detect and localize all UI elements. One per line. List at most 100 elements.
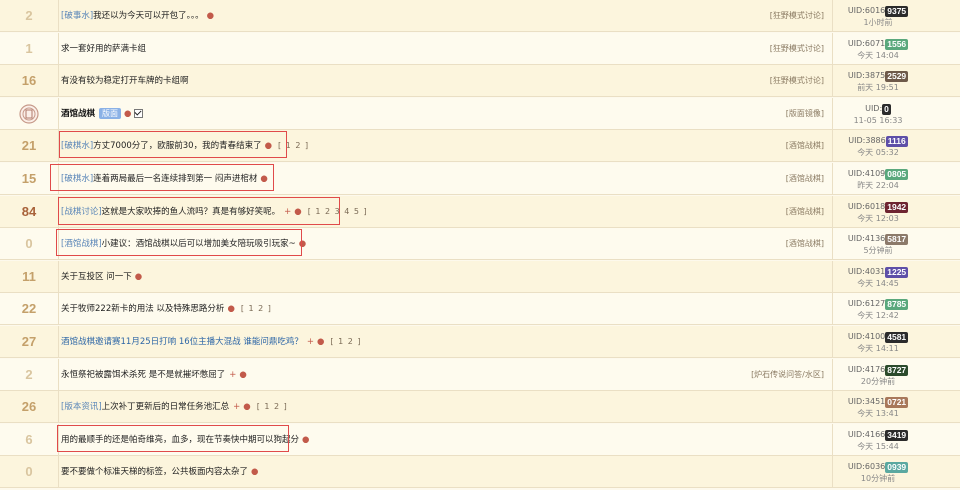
author-uid[interactable]: UID:4176 8727: [833, 364, 923, 376]
table-row: 1 求一套好用的萨满卡组 [狂野模式讨论] UID:6071 1556 今天 14:04: [0, 33, 960, 65]
column-divider: [58, 456, 59, 487]
author-cell: UID:3886 1116 今天 05:32: [833, 130, 923, 162]
uid-badge: 1116: [885, 135, 908, 147]
uid-badge: 1225: [885, 266, 909, 278]
thread-title-link[interactable]: 关于互投区 问一下: [61, 272, 132, 282]
page-links[interactable]: [ 1 2 ]: [330, 337, 361, 346]
author-uid[interactable]: UID:4031 1225: [833, 266, 923, 278]
thread-title-cell: 永恒祭祀被露饵术杀死 是不是就摧坏憋屈了 + ●: [61, 359, 247, 391]
post-time: 今天 05:32: [857, 148, 899, 157]
reply-count: 26: [21, 399, 37, 414]
table-row: 26 [版本资讯]上次补丁更新后的日常任务池汇总 + ● [ 1 2 ] UID:3451…: [0, 391, 960, 423]
uid-label: UID:4109: [847, 169, 886, 178]
uid-label: UID:6127: [847, 299, 886, 308]
thread-title-cell: 酒馆战棋 版面 ●: [61, 98, 144, 130]
post-time: 今天 14:04: [857, 51, 899, 60]
column-divider: [58, 261, 59, 292]
uid-label: UID:3875: [847, 71, 886, 80]
column-divider: [58, 326, 59, 357]
author-cell: UID:6036 0939 10分钟前: [833, 456, 923, 488]
thread-title-link[interactable]: 有没有较为稳定打开车牌的卡组啊: [61, 76, 189, 86]
reply-count: 21: [21, 138, 37, 153]
section-label[interactable]: [酒馆战棋]: [786, 130, 824, 162]
thread-title-link[interactable]: 酒馆战棋: [61, 109, 95, 119]
author-uid[interactable]: UID:6016 9375: [833, 5, 923, 17]
uid-badge: 0939: [885, 461, 909, 473]
author-cell: UID:6127 8785 今天 12:42: [833, 293, 923, 325]
author-uid[interactable]: UID: 0: [833, 103, 923, 115]
uid-label: UID:4176: [847, 365, 886, 374]
section-label[interactable]: [狂野模式讨论]: [770, 65, 824, 97]
uid-label: UID:6016: [847, 6, 886, 15]
reply-count: 6: [25, 432, 33, 447]
thread-title-link[interactable]: 要不要做个标准天梯的标签，公共板面内容太杂了: [61, 467, 248, 477]
table-row: 2 [破事水]我还以为今天可以开包了。。。 ● [狂野模式讨论] UID:6016 937…: [0, 0, 960, 32]
post-time: 昨天 22:04: [857, 181, 899, 190]
new-reply-dot-icon: ●: [239, 370, 247, 380]
author-uid[interactable]: UID:3451 0721: [833, 396, 923, 408]
thread-tag[interactable]: [版本资讯]: [61, 402, 102, 412]
author-uid[interactable]: UID:6071 1556: [833, 38, 923, 50]
uid-badge: 9375: [885, 5, 909, 17]
section-label[interactable]: [酒馆战棋]: [786, 163, 824, 195]
uid-badge: 8727: [885, 364, 909, 376]
table-row: 2 永恒祭祀被露饵术杀死 是不是就摧坏憋屈了 + ● [炉石传说问答/水区] UID:41…: [0, 359, 960, 391]
column-divider: [58, 33, 59, 64]
author-uid[interactable]: UID:4166 3419: [833, 429, 923, 441]
uid-badge: 5817: [885, 233, 909, 245]
uid-badge: 0: [882, 103, 891, 115]
reply-count: 84: [21, 204, 37, 219]
highlight-box: [59, 131, 287, 158]
thread-title-link[interactable]: 关于牧师222新卡的用法 以及特殊思路分析: [61, 304, 224, 314]
new-reply-dot-icon: ●: [302, 435, 310, 445]
author-uid[interactable]: UID:3886 1116: [833, 135, 923, 147]
thread-title-link[interactable]: 求一套好用的萨满卡组: [61, 44, 146, 54]
highlight-box: [57, 425, 289, 452]
post-time: 今天 13:41: [857, 409, 899, 418]
thread-title-cell: [版本资讯]上次补丁更新后的日常任务池汇总 + ● [ 1 2 ]: [61, 391, 288, 423]
post-time: 今天 14:11: [857, 344, 899, 353]
uid-label: UID:4136: [847, 234, 886, 243]
reply-count: 1: [25, 41, 33, 56]
uid-badge: 2529: [885, 70, 909, 82]
thread-title-link[interactable]: 我还以为今天可以开包了。。。: [93, 11, 204, 21]
column-divider: [58, 391, 59, 422]
thread-title-link[interactable]: 酒馆战棋邀请赛11月25日打响 16位主播大混战 谁能问鼎吃鸡？: [61, 337, 303, 347]
author-cell: UID:6018 1942 今天 12:03: [833, 196, 923, 228]
author-cell: UID:4100 4581 今天 14:11: [833, 326, 923, 358]
checkbox-icon[interactable]: [134, 109, 144, 118]
uid-label: UID:6018: [847, 202, 886, 211]
column-divider: [58, 293, 59, 324]
thread-title-link[interactable]: 上次补丁更新后的日常任务池汇总: [102, 402, 230, 412]
plus-icon: +: [233, 402, 241, 412]
section-label[interactable]: [酒馆战棋]: [786, 228, 824, 260]
author-uid[interactable]: UID:3875 2529: [833, 70, 923, 82]
author-uid[interactable]: UID:4136 5817: [833, 233, 923, 245]
section-label[interactable]: [酒馆战棋]: [786, 196, 824, 228]
author-cell: UID:6071 1556 今天 14:04: [833, 33, 923, 65]
author-uid[interactable]: UID:6036 0939: [833, 461, 923, 473]
page-links[interactable]: [ 1 2 ]: [257, 402, 288, 411]
author-uid[interactable]: UID:6127 8785: [833, 298, 923, 310]
author-uid[interactable]: UID:4109 0805: [833, 168, 923, 180]
reply-count: 16: [21, 73, 37, 88]
thread-tag[interactable]: [破事水]: [61, 11, 93, 21]
section-label[interactable]: [版面镜像]: [786, 98, 824, 130]
reply-count: 11: [22, 269, 36, 284]
section-label[interactable]: [狂野模式讨论]: [770, 33, 824, 65]
table-row: 11 关于互投区 问一下 ● UID:4031 1225 今天 14:45: [0, 261, 960, 293]
author-cell: UID:4031 1225 今天 14:45: [833, 261, 923, 293]
author-uid[interactable]: UID:4100 4581: [833, 331, 923, 343]
section-label[interactable]: [炉石传说问答/水区]: [751, 359, 824, 391]
thread-title-link[interactable]: 永恒祭祀被露饵术杀死 是不是就摧坏憋屈了: [61, 370, 225, 380]
section-label[interactable]: [狂野模式讨论]: [770, 0, 824, 32]
plus-icon: +: [306, 337, 314, 347]
page-links[interactable]: [ 1 2 ]: [241, 304, 272, 313]
reply-count: 22: [21, 301, 37, 316]
author-cell: UID:3875 2529 前天 19:51: [833, 65, 923, 97]
author-cell: UID: 0 11-05 16:33: [833, 98, 923, 130]
new-reply-dot-icon: ●: [227, 304, 235, 314]
author-uid[interactable]: UID:6018 1942: [833, 201, 923, 213]
uid-label: UID:3451: [847, 397, 886, 406]
table-row: 16 有没有较为稳定打开车牌的卡组啊 [狂野模式讨论] UID:3875 2529 前天 …: [0, 65, 960, 97]
